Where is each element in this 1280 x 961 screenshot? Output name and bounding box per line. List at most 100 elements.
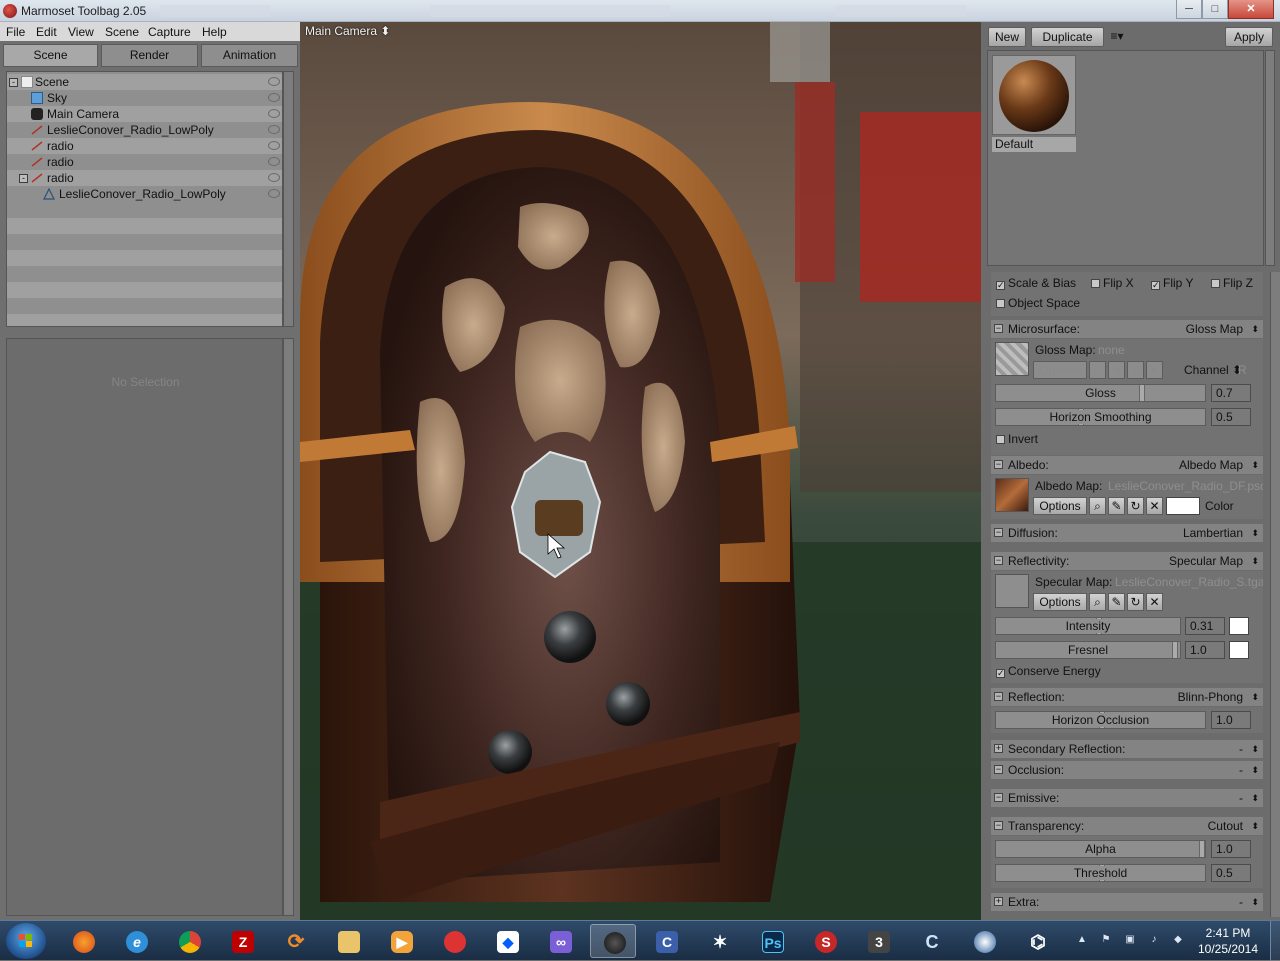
expand-icon[interactable]: + — [994, 744, 1003, 753]
taskbar-3dsmax[interactable]: 3 — [855, 924, 901, 958]
taskbar-photoshop[interactable]: Ps — [749, 924, 795, 958]
taskbar-dropbox[interactable]: ◆ — [484, 924, 530, 958]
pencil-icon[interactable]: ✎ — [1108, 593, 1125, 611]
tree-item-mesh[interactable]: LeslieConover_Radio_LowPoly — [7, 122, 282, 138]
secondary-reflection-section-header[interactable]: + Secondary Reflection: - ⬍ — [991, 740, 1263, 758]
specular-map-thumbnail[interactable] — [995, 574, 1029, 608]
reload-icon[interactable]: ↻ — [1127, 361, 1144, 379]
visibility-eye-icon[interactable] — [268, 141, 280, 150]
horizon-occlusion-value-field[interactable]: 1.0 — [1211, 711, 1251, 729]
collapse-icon[interactable]: − — [994, 793, 1003, 802]
intensity-color-swatch[interactable] — [1229, 617, 1249, 635]
taskbar-media-player[interactable]: ▶ — [378, 924, 424, 958]
alpha-value-field[interactable]: 1.0 — [1211, 840, 1251, 858]
reload-icon[interactable]: ↻ — [1127, 593, 1144, 611]
flip-z-checkbox[interactable]: Flip Z — [1211, 276, 1253, 290]
collapse-icon[interactable]: − — [994, 556, 1003, 565]
fresnel-slider[interactable]: Fresnel — [995, 641, 1181, 659]
material-name[interactable]: Default — [992, 137, 1076, 152]
tree-scrollbar[interactable] — [283, 71, 294, 327]
extra-section-header[interactable]: + Extra: - ⬍ — [991, 893, 1263, 911]
visibility-eye-icon[interactable] — [268, 77, 280, 86]
search-icon[interactable]: ⌕ — [1089, 497, 1106, 515]
intensity-slider[interactable]: Intensity — [995, 617, 1181, 635]
conserve-energy-checkbox[interactable]: ✓ Conserve Energy — [996, 664, 1101, 678]
search-icon[interactable]: ⌕ — [1089, 593, 1106, 611]
clear-icon[interactable]: ✕ — [1146, 361, 1163, 379]
collapse-icon[interactable]: − — [994, 821, 1003, 830]
reflection-mode-dropdown[interactable]: Blinn-Phong — [1178, 688, 1243, 706]
gloss-map-thumbnail[interactable] — [995, 342, 1029, 376]
taskbar-firefox[interactable] — [60, 924, 106, 958]
intensity-value-field[interactable]: 0.31 — [1185, 617, 1225, 635]
start-button[interactable] — [6, 923, 46, 959]
horizon-smoothing-value-field[interactable]: 0.5 — [1211, 408, 1251, 426]
taskbar-unity[interactable]: ⌬ — [1014, 924, 1060, 958]
minimize-button[interactable]: ─ — [1176, 0, 1202, 19]
pencil-icon[interactable]: ✎ — [1108, 361, 1125, 379]
menu-file[interactable]: File — [6, 25, 25, 39]
collapse-icon[interactable]: − — [994, 765, 1003, 774]
pencil-icon[interactable]: ✎ — [1108, 497, 1125, 515]
albedo-color-swatch[interactable] — [1166, 497, 1200, 515]
search-icon[interactable]: ⌕ — [1089, 361, 1106, 379]
extra-mode-dropdown[interactable]: - — [1239, 893, 1243, 911]
threshold-value-field[interactable]: 0.5 — [1211, 864, 1251, 882]
menu-view[interactable]: View — [68, 25, 94, 39]
taskbar-ccleaner[interactable] — [431, 924, 477, 958]
scale-bias-checkbox[interactable]: ✓ Scale & Bias — [996, 276, 1076, 290]
tab-render[interactable]: Render — [101, 44, 198, 67]
visibility-eye-icon[interactable] — [268, 125, 280, 134]
alpha-slider[interactable]: Alpha — [995, 840, 1206, 858]
threshold-slider[interactable]: Threshold — [995, 864, 1206, 882]
action-center-flag-icon[interactable]: ⚑ — [1100, 934, 1112, 946]
slider-knob[interactable] — [1199, 841, 1205, 857]
camera-selector[interactable]: Main Camera ⬍ — [305, 24, 390, 38]
clear-icon[interactable]: ✕ — [1146, 497, 1163, 515]
occlusion-section-header[interactable]: − Occlusion: - ⬍ — [991, 761, 1263, 779]
tree-item-main-camera[interactable]: Main Camera — [7, 106, 282, 122]
material-browser-scrollbar[interactable] — [1265, 50, 1275, 266]
taskbar-filezilla[interactable]: Z — [219, 924, 265, 958]
diffusion-section-header[interactable]: − Diffusion: Lambertian ⬍ — [991, 524, 1263, 542]
diffusion-mode-dropdown[interactable]: Lambertian — [1183, 524, 1243, 542]
network-icon[interactable]: ▣ — [1124, 934, 1136, 946]
reflectivity-section-header[interactable]: − Reflectivity: Specular Map ⬍ — [991, 552, 1263, 570]
maximize-button[interactable]: □ — [1202, 0, 1228, 19]
collapse-icon[interactable]: - — [9, 78, 18, 87]
collapse-icon[interactable]: − — [994, 692, 1003, 701]
emissive-mode-dropdown[interactable]: - — [1239, 789, 1243, 807]
taskbar-clock[interactable]: 2:41 PM 10/25/2014 — [1190, 925, 1266, 957]
albedo-mode-dropdown[interactable]: Albedo Map — [1179, 456, 1243, 474]
fresnel-color-swatch[interactable] — [1229, 641, 1249, 659]
invert-checkbox[interactable]: Invert — [996, 432, 1038, 446]
taskbar-cinema[interactable]: C — [643, 924, 689, 958]
taskbar-chrome[interactable] — [166, 924, 212, 958]
visibility-eye-icon[interactable] — [268, 173, 280, 182]
visibility-eye-icon[interactable] — [268, 109, 280, 118]
flip-y-checkbox[interactable]: ✓ Flip Y — [1151, 276, 1193, 290]
menu-edit[interactable]: Edit — [36, 25, 57, 39]
reload-icon[interactable]: ↻ — [1127, 497, 1144, 515]
tree-item-radio[interactable]: radio — [7, 138, 282, 154]
material-thumbnail[interactable] — [992, 55, 1076, 135]
gloss-value-field[interactable]: 0.7 — [1211, 384, 1251, 402]
collapse-icon[interactable]: − — [994, 324, 1003, 333]
properties-scrollbar[interactable] — [283, 338, 294, 916]
taskbar-explorer[interactable] — [325, 924, 371, 958]
taskbar-cc[interactable]: C — [908, 924, 954, 958]
channel-selector[interactable]: Channel ⬍ — [1184, 363, 1242, 377]
microsurface-section-header[interactable]: − Microsurface: Gloss Map ⬍ — [991, 320, 1263, 338]
reflection-section-header[interactable]: − Reflection: Blinn-Phong ⬍ — [991, 688, 1263, 706]
collapse-icon[interactable]: − — [994, 528, 1003, 537]
taskbar-internet-explorer[interactable]: e — [113, 924, 159, 958]
emissive-section-header[interactable]: − Emissive: - ⬍ — [991, 789, 1263, 807]
horizon-smoothing-slider[interactable]: Horizon Smoothing — [995, 408, 1206, 426]
menu-capture[interactable]: Capture — [148, 25, 191, 39]
tab-scene[interactable]: Scene — [3, 44, 98, 67]
visibility-eye-icon[interactable] — [268, 93, 280, 102]
close-button[interactable]: ✕ — [1228, 0, 1274, 19]
transparency-section-header[interactable]: − Transparency: Cutout ⬍ — [991, 817, 1263, 835]
object-space-checkbox[interactable]: Object Space — [996, 296, 1080, 310]
collapse-icon[interactable]: - — [19, 174, 28, 183]
